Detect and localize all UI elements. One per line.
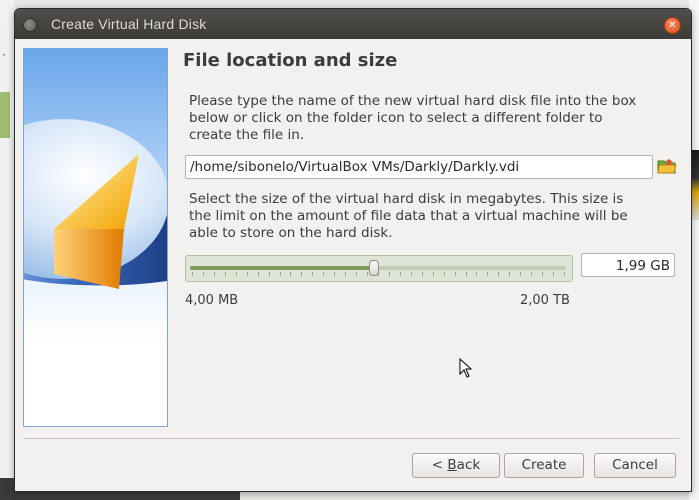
slider-tick	[564, 272, 565, 276]
back-prefix: <	[431, 457, 448, 473]
slider-tick	[268, 272, 270, 276]
size-instructions: Select the size of the virtual hard disk…	[189, 191, 628, 241]
hard-disk-pie-graphic	[24, 119, 167, 289]
slider-min-label: 4,00 MB	[185, 293, 239, 308]
create-button[interactable]: Create	[504, 453, 584, 478]
slider-tick	[323, 272, 325, 276]
slider-tick	[542, 272, 544, 276]
slider-tick	[192, 272, 193, 276]
slider-tick	[246, 272, 248, 276]
slider-tick	[410, 272, 412, 276]
slider-tick	[334, 272, 336, 276]
slider-tick	[301, 272, 303, 276]
slider-tick	[224, 272, 226, 276]
page-title: File location and size	[183, 50, 398, 71]
slider-fill	[190, 266, 375, 270]
slider-tick	[465, 272, 467, 276]
close-icon[interactable]: ✕	[664, 17, 681, 34]
slider-tick	[312, 272, 314, 276]
slider-tick	[498, 272, 500, 276]
slider-tick	[388, 272, 390, 276]
slider-tick	[290, 272, 292, 276]
slider-tick	[235, 272, 237, 276]
size-input[interactable]: 1,99 GB	[581, 253, 675, 277]
slider-tick	[345, 272, 347, 276]
slider-tick	[476, 272, 478, 276]
slider-tick	[279, 272, 281, 276]
title-bar: Create Virtual Hard Disk ✕	[15, 9, 691, 39]
slider-ticks	[192, 272, 566, 277]
back-button[interactable]: < Back	[412, 453, 500, 478]
window-menu-icon[interactable]	[23, 18, 37, 32]
window-title: Create Virtual Hard Disk	[51, 16, 207, 32]
background-glyph: ·	[2, 48, 6, 62]
slider-tick	[454, 272, 456, 276]
size-slider[interactable]	[185, 255, 573, 282]
slider-tick	[367, 272, 369, 276]
slider-tick	[432, 272, 434, 276]
folder-icon[interactable]	[657, 157, 677, 175]
slider-tick	[356, 272, 358, 276]
slider-tick	[399, 272, 401, 276]
slider-tick	[421, 272, 423, 276]
slider-tick	[202, 272, 204, 276]
slider-tick	[553, 272, 555, 276]
slider-tick	[443, 272, 445, 276]
cancel-button[interactable]: Cancel	[594, 453, 676, 478]
slider-tick	[257, 272, 259, 276]
desktop-left-edge: ·	[0, 0, 14, 500]
slider-tick	[531, 272, 533, 276]
back-label-rest: ack	[456, 457, 481, 473]
file-location-input[interactable]: /home/sibonelo/VirtualBox VMs/Darkly/Dar…	[185, 155, 653, 179]
slider-max-label: 2,00 TB	[520, 293, 570, 308]
slider-tick	[520, 272, 522, 276]
mouse-cursor-icon	[459, 358, 473, 378]
background-stripe	[0, 92, 10, 138]
slider-tick	[509, 272, 511, 276]
back-mnemonic: B	[447, 457, 457, 473]
button-separator	[23, 438, 679, 439]
wizard-side-image	[23, 48, 168, 427]
create-virtual-hard-disk-dialog: Create Virtual Hard Disk ✕ File location…	[14, 8, 692, 492]
slider-handle[interactable]	[369, 260, 380, 276]
slider-tick	[213, 272, 215, 276]
slider-tick	[487, 272, 489, 276]
location-instructions: Please type the name of the new virtual …	[189, 93, 637, 143]
